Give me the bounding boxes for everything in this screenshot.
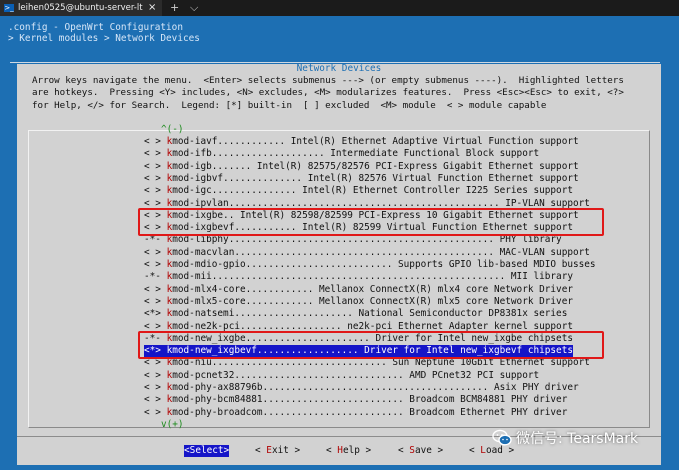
item-mark: < > [144,197,161,209]
breadcrumb: > Kernel modules > Network Devices [8,33,200,44]
menu-item-kmod-niu[interactable]: < > kmod-niu............................… [144,357,590,369]
item-text: mod-natsemi..................... Nationa… [172,308,568,320]
item-text: mod-phy-broadcom........................… [172,406,568,418]
select-button[interactable]: <Select> [184,445,230,457]
item-text: mod-igbvf.............. Intel(R) 82576 V… [172,172,579,184]
item-mark: < > [144,406,161,418]
tab-title: leihen0525@ubuntu-server-lt [18,3,143,13]
menu-item-kmod-ifb[interactable]: < > kmod-ifb.................... Interme… [144,148,539,160]
menu-item-kmod-igbvf[interactable]: < > kmod-igbvf.............. Intel(R) 82… [144,173,579,185]
scroll-up-indicator: ^(-) [161,124,184,135]
item-mark: < > [144,148,161,160]
menu-item-kmod-pcnet32[interactable]: < > kmod-pcnet32........................… [144,370,539,382]
item-mark: < > [144,160,161,172]
menu-item-kmod-igb[interactable]: < > kmod-igb....... Intel(R) 82575/82576… [144,161,579,173]
menu-item-kmod-phy-broadcom[interactable]: < > kmod-phy-broadcom...................… [144,407,567,419]
item-text: mod-mdio-gpio.......................... … [172,259,596,270]
item-mark: < > [144,295,161,307]
help-line: are hotkeys. Pressing <Y> includes, <N> … [32,87,624,99]
menuconfig-dialog: Network Devices Arrow keys navigate the … [17,64,661,465]
btn-bracket: < [469,445,481,456]
menu-item-kmod-mii[interactable]: -*- kmod-mii............................… [144,271,573,283]
item-mark: -*- [144,234,161,246]
menu-item-kmod-iavf[interactable]: < > kmod-iavf............ Intel(R) Ether… [144,136,579,148]
help-button[interactable]: < Help > [326,445,371,457]
item-text: mod-phy-bcm84881........................… [172,394,568,406]
item-mark: < > [144,283,161,295]
item-mark: < > [144,259,161,270]
item-text: mod-mii.................................… [172,271,573,283]
item-mark: < > [144,246,161,258]
window-titlebar: >_ leihen0525@ubuntu-server-lt × + ⌵ [0,0,679,16]
config-title: .config - OpenWrt Configuration [8,22,183,33]
menu-item-kmod-macvlan[interactable]: < > kmod-macvlan........................… [144,247,590,259]
item-mark: < > [144,369,161,381]
btn-label: xit > [271,445,301,456]
menu-item-kmod-natsemi[interactable]: <*> kmod-natsemi..................... Na… [144,308,567,320]
item-mark: < > [144,357,161,369]
item-mark: < > [144,136,161,147]
item-text: mod-niu............................... S… [172,357,590,369]
watermark-text: 微信号: TearsMark [516,431,639,447]
item-mark: <*> [144,308,161,320]
menu-item-kmod-phy-bcm84881[interactable]: < > kmod-phy-bcm84881...................… [144,394,567,406]
item-text: mod-ipvlan..............................… [172,197,590,209]
item-mark: < > [144,382,161,393]
tab-close-icon[interactable]: × [148,0,156,16]
btn-bracket: < [255,445,267,456]
save-button[interactable]: < Save > [398,445,443,457]
exit-button[interactable]: < Exit > [255,445,300,457]
menu-item-kmod-igc[interactable]: < > kmod-igc............... Intel(R) Eth… [144,185,573,197]
item-text: mod-ne2k-pci.................. ne2k-pci … [172,320,573,332]
powershell-icon: >_ [4,4,14,12]
item-mark: < > [144,320,161,332]
menu-item-kmod-mlx5-core[interactable]: < > kmod-mlx5-core............ Mellanox … [144,296,573,308]
menu-item-kmod-phy-ax88796b[interactable]: < > kmod-phy-ax88796b...................… [144,382,579,394]
help-line: Arrow keys navigate the menu. <Enter> se… [32,75,624,86]
terminal-tab[interactable]: >_ leihen0525@ubuntu-server-lt × [0,0,162,16]
item-text: mod-ifb.................... Intermediate… [172,148,540,160]
item-text: mod-igb....... Intel(R) 82575/82576 PCI-… [172,160,579,172]
menu-item-kmod-mdio-gpio[interactable]: < > kmod-mdio-gpio......................… [144,259,596,271]
btn-bracket: < [398,445,410,456]
tab-dropdown-icon[interactable]: ⌵ [190,0,198,16]
scroll-down-indicator: v(+) [161,419,184,430]
menu-item-kmod-mlx4-core[interactable]: < > kmod-mlx4-core............ Mellanox … [144,284,573,296]
item-mark: < > [144,185,161,197]
item-mark: -*- [144,271,161,283]
help-text: Arrow keys navigate the menu. <Enter> se… [32,75,624,112]
btn-label: elect> [195,445,230,456]
menu-item-kmod-libphy[interactable]: -*- kmod-libphy.........................… [144,234,562,246]
btn-label: ave > [414,445,444,456]
wechat-watermark: 微信号: TearsMark [492,426,672,452]
wechat-logo-icon [492,429,512,446]
item-mark: < > [144,172,161,184]
item-text: mod-iavf............ Intel(R) Ethernet A… [172,136,579,147]
item-text: mod-macvlan.............................… [172,246,590,258]
item-text: mod-igc............... Intel(R) Ethernet… [172,185,573,197]
btn-bracket: < [326,445,338,456]
new-tab-button[interactable]: + [170,0,179,16]
item-text: mod-mlx4-core............ Mellanox Conne… [172,283,573,295]
btn-label: elp > [342,445,372,456]
item-text: mod-libphy..............................… [172,234,562,246]
item-text: mod-phy-ax88796b........................… [172,382,579,393]
item-mark: < > [144,394,161,406]
dialog-title: Network Devices [296,63,382,74]
item-text: mod-mlx5-core............ Mellanox Conne… [172,295,573,307]
terminal-area[interactable]: .config - OpenWrt Configuration > Kernel… [0,16,679,470]
highlight-box-new-ixgbe [138,331,604,359]
highlight-box-ixgbe [138,208,604,236]
item-text: mod-pcnet32.............................… [172,369,540,381]
help-line: for Help, </> for Search. Legend: [*] bu… [32,99,547,111]
